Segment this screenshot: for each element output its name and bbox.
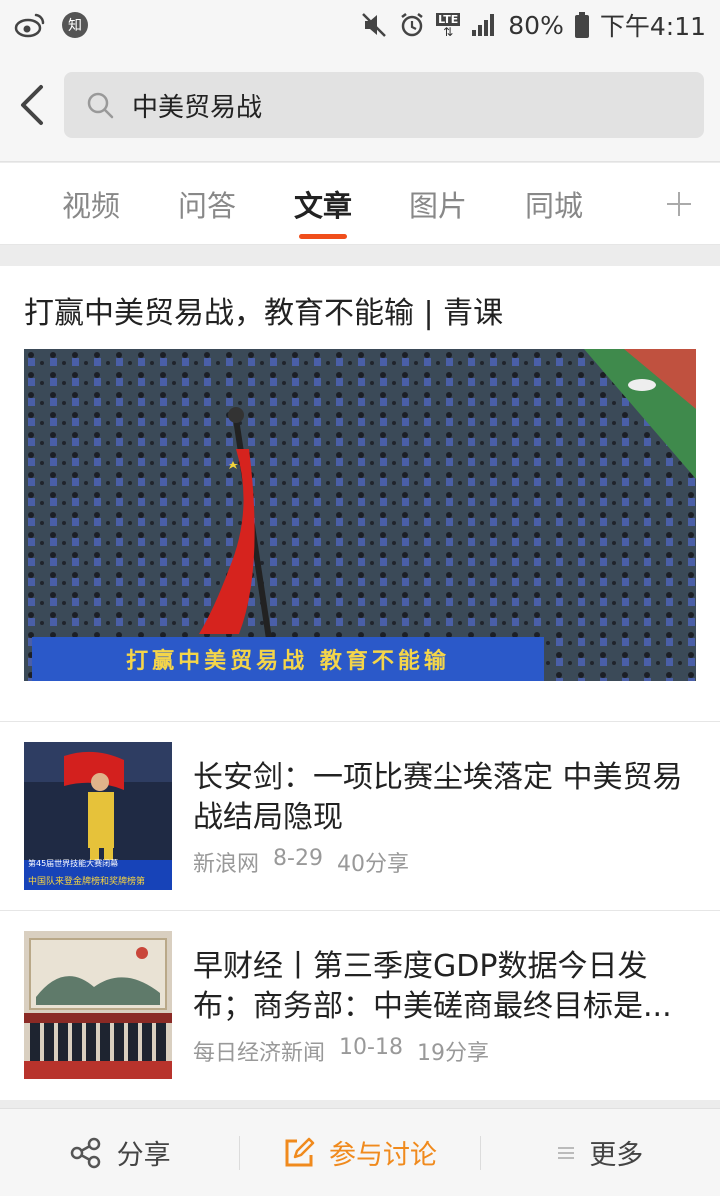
active-tab-indicator [299,234,347,239]
results-list: 打赢中美贸易战，教育不能输 | 青课 打赢中美贸易战 教育不能输 第45届世界技… [0,266,720,1100]
plus-icon [667,192,691,216]
tab-qa[interactable]: 问答 [149,163,265,245]
weibo-icon [14,11,46,39]
more-button[interactable]: 更多 [481,1109,720,1196]
menu-icon [558,1146,575,1159]
feature-article-image[interactable]: 打赢中美贸易战 教育不能输 [24,349,696,681]
share-button[interactable]: 分享 [0,1109,239,1196]
zhihu-icon: 知 [62,12,88,38]
article-thumbnail: 第45届世界技能大赛闭幕 中国队来登金牌榜和奖牌榜第 [24,742,172,890]
image-caption: 打赢中美贸易战 教育不能输 [32,637,544,681]
students-assembly-photo [24,349,696,681]
tab-label: 图片 [408,189,467,223]
status-bar: 知 LTE ⇅ 80% 下午4:11 [0,0,720,50]
clock: 下午4:11 [599,12,706,41]
back-arrow-icon [21,85,43,125]
category-tabs: 视频 问答 文章 图片 同城 [0,163,720,245]
tab-video[interactable]: 视频 [33,163,149,245]
signal-icon [470,12,498,38]
thumb-caption-top: 第45届世界技能大赛闭幕 [28,859,119,868]
feature-article-title[interactable]: 打赢中美贸易战，教育不能输 | 青课 [24,288,503,332]
tab-label: 问答 [177,189,236,223]
tab-label: 视频 [61,189,120,223]
discuss-button[interactable]: 参与讨论 [240,1109,479,1196]
article-shares: 40分享 [336,852,409,877]
edit-icon [285,1137,315,1166]
article-date: 8-29 [273,846,323,871]
lte-icon: LTE ⇅ [436,12,461,39]
article-meta: 新浪网 8-29 40分享 [193,846,409,878]
battery-icon [574,11,590,39]
officials-group-photo [24,931,172,1079]
list-item[interactable]: 第45届世界技能大赛闭幕 中国队来登金牌榜和奖牌榜第 长安剑：一项比赛尘埃落定 … [0,722,720,910]
article-source: 每日经济新闻 [193,1041,326,1066]
article-date: 10-18 [339,1035,403,1060]
search-header: 中美贸易战 [0,50,720,162]
search-input[interactable]: 中美贸易战 [64,72,704,138]
more-label: 更多 [589,1140,644,1171]
bottom-action-bar: 分享 参与讨论 更多 [0,1108,720,1196]
share-icon [70,1137,100,1168]
article-thumbnail [24,931,172,1079]
share-label: 分享 [116,1140,171,1171]
battery-percent: 80% [508,10,564,40]
tab-images[interactable]: 图片 [380,163,496,245]
article-meta: 每日经济新闻 10-18 19分享 [193,1035,489,1067]
article-title: 长安剑：一项比赛尘埃落定 中美贸易战结局隐现 [193,760,683,835]
article-title: 早财经丨第三季度GDP数据今日发布；商务部：中美磋商最终目标是... [193,949,672,1024]
search-query: 中美贸易战 [132,92,263,123]
lte-label: LTE [436,12,461,26]
thumb-caption-bottom: 中国队来登金牌榜和奖牌榜第 [28,877,146,887]
tab-label: 文章 [293,189,352,223]
tab-articles[interactable]: 文章 [265,163,381,245]
mute-icon [360,11,388,39]
article-shares: 19分享 [416,1041,489,1066]
discuss-label: 参与讨论 [328,1140,437,1171]
alarm-icon [398,11,426,39]
search-icon [87,92,114,119]
add-tab-button[interactable] [656,181,702,227]
article-source: 新浪网 [193,852,260,877]
tab-local[interactable]: 同城 [496,163,612,245]
list-item[interactable]: 早财经丨第三季度GDP数据今日发布；商务部：中美磋商最终目标是... 每日经济新… [0,911,720,1099]
tab-label: 同城 [524,189,583,223]
back-button[interactable] [10,80,54,130]
